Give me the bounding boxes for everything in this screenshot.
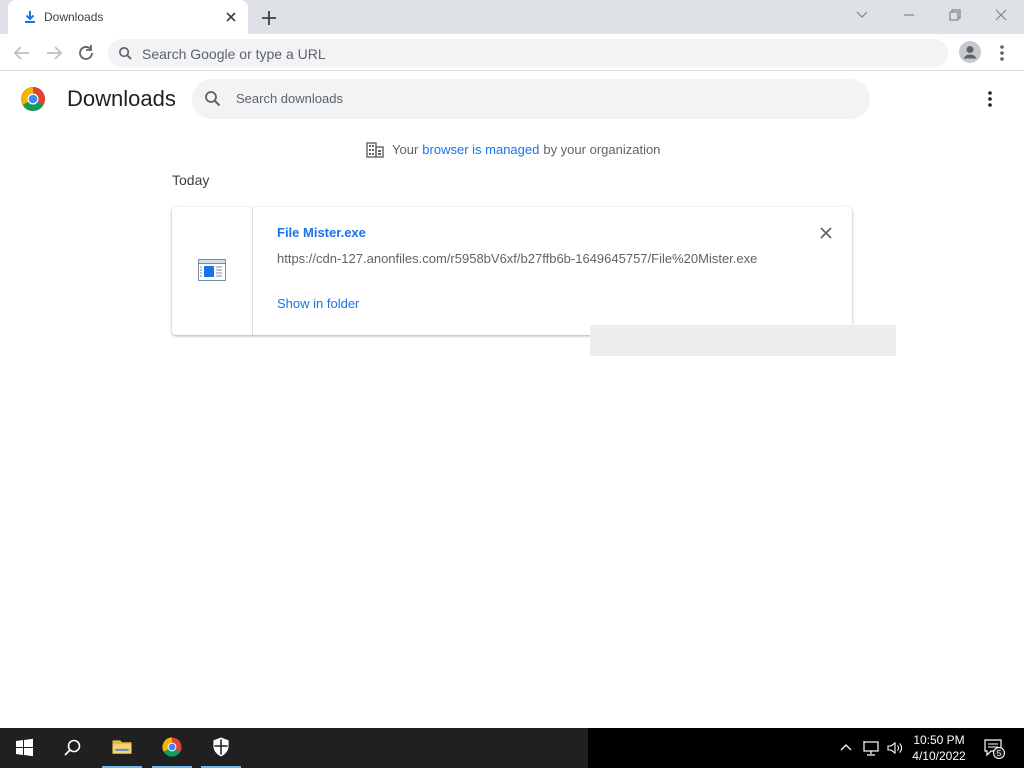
tab-downloads[interactable]: Downloads (8, 0, 248, 34)
clock-date: 4/10/2022 (912, 749, 966, 763)
download-icon-column (172, 207, 253, 335)
reload-icon[interactable] (74, 41, 98, 65)
network-icon[interactable] (861, 738, 881, 758)
fading-tooltip (590, 325, 896, 356)
downloads-search-input[interactable]: Search downloads (236, 91, 343, 106)
tab-search-icon[interactable] (848, 4, 876, 26)
search-icon (205, 91, 221, 107)
close-window-icon[interactable] (987, 4, 1015, 26)
managed-notice: Your browser is managed by your organiza… (366, 140, 660, 158)
download-icon (25, 11, 35, 23)
restore-icon[interactable] (941, 4, 969, 26)
forward-icon[interactable] (42, 41, 66, 65)
windows-taskbar: 10:50 PM 4/10/2022 5 (0, 728, 1024, 768)
tab-title: Downloads (44, 10, 104, 24)
executable-file-icon (198, 259, 226, 281)
tab-strip: Downloads (0, 0, 1024, 34)
managed-prefix: Your (392, 141, 419, 157)
volume-icon[interactable] (885, 738, 905, 758)
file-explorer-icon[interactable] (102, 728, 142, 768)
date-section-label: Today (172, 172, 210, 188)
remove-download-icon[interactable] (818, 225, 834, 241)
show-in-folder-link[interactable]: Show in folder (277, 296, 359, 311)
downloads-menu-icon[interactable] (980, 88, 1000, 110)
browser-toolbar: Search Google or type a URL (0, 34, 1024, 71)
profile-avatar-icon[interactable] (959, 41, 981, 63)
address-input[interactable]: Search Google or type a URL (142, 46, 326, 62)
managed-suffix: by your organization (543, 141, 661, 157)
download-item-card: File Mister.exe https://cdn-127.anonfile… (172, 207, 852, 335)
download-source-url[interactable]: https://cdn-127.anonfiles.com/r5958bV6xf… (277, 251, 757, 266)
clock-time: 10:50 PM (913, 733, 965, 747)
managed-link[interactable]: browser is managed (422, 142, 539, 157)
chevron-up-icon[interactable] (836, 738, 856, 758)
windows-security-icon[interactable] (201, 728, 241, 768)
page-title: Downloads (67, 86, 176, 111)
search-icon[interactable] (52, 728, 92, 768)
chrome-taskbar-icon[interactable] (152, 728, 192, 768)
notification-count: 5 (997, 749, 1002, 758)
search-icon (119, 47, 132, 60)
back-icon[interactable] (10, 41, 34, 65)
minimize-icon[interactable] (895, 4, 923, 26)
system-clock[interactable]: 10:50 PM 4/10/2022 (904, 732, 974, 764)
notification-center-icon[interactable]: 5 (982, 737, 1006, 759)
more-menu-icon[interactable] (992, 42, 1012, 64)
download-file-name-link[interactable]: File Mister.exe (277, 225, 366, 240)
address-bar[interactable]: Search Google or type a URL (108, 39, 948, 67)
windows-start-icon[interactable] (4, 728, 44, 768)
downloads-search[interactable]: Search downloads (192, 79, 870, 119)
close-tab-icon[interactable] (222, 8, 240, 26)
building-icon (366, 142, 384, 158)
new-tab-icon[interactable] (258, 7, 280, 29)
chrome-logo-icon (20, 87, 46, 112)
